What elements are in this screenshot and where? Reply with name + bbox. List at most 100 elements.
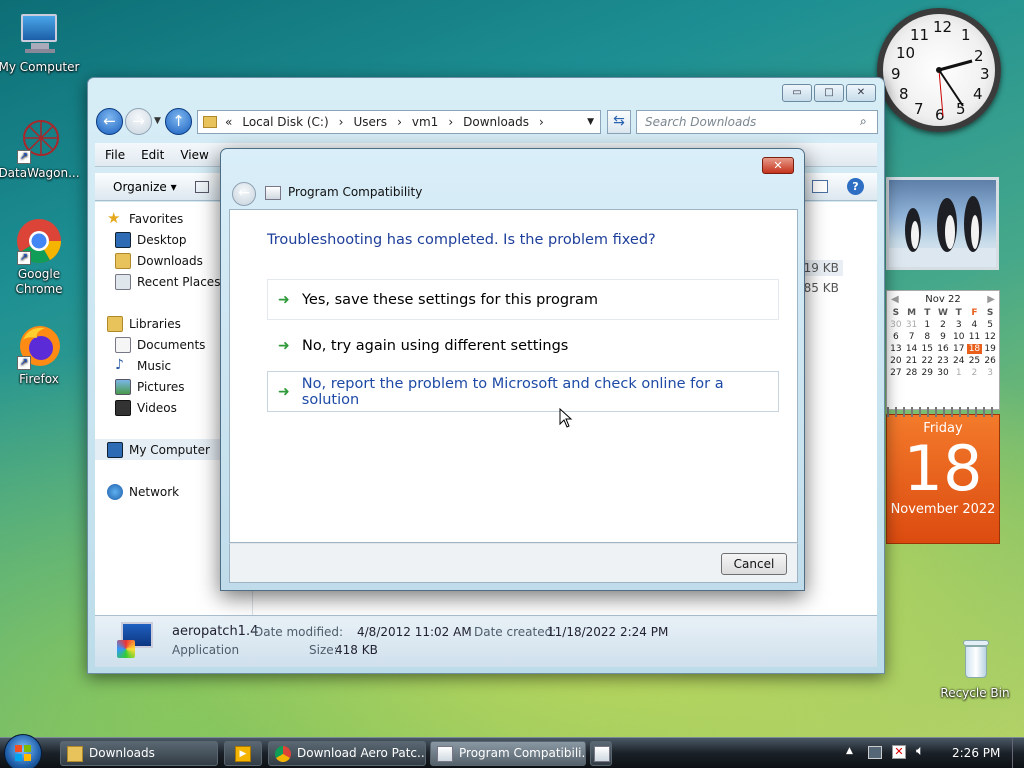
- desktop-icon-my-computer[interactable]: My Computer: [0, 10, 81, 74]
- calendar-date[interactable]: 4: [967, 320, 983, 330]
- calendar-date[interactable]: 29: [919, 368, 935, 378]
- calendar-date[interactable]: 3: [951, 320, 967, 330]
- address-crumb[interactable]: Local Disk (C:): [242, 115, 328, 129]
- desktop-icon-google-chrome[interactable]: ↗ Google Chrome: [0, 217, 81, 297]
- chrome-icon: ↗: [15, 217, 63, 265]
- next-month-icon[interactable]: ▶: [987, 294, 995, 305]
- maximize-button[interactable]: □: [814, 84, 844, 102]
- prev-month-icon[interactable]: ◀: [891, 294, 899, 305]
- calendar-date[interactable]: 21: [904, 356, 920, 366]
- calendar-date[interactable]: 31: [904, 320, 920, 330]
- file-type: Application: [172, 643, 240, 657]
- address-crumb[interactable]: Users: [353, 115, 387, 129]
- datawagon-icon: ↗: [15, 116, 63, 164]
- calendar-weekday-header: T: [955, 308, 962, 318]
- start-button[interactable]: [4, 734, 42, 768]
- desktop-icon-recycle-bin[interactable]: Recycle Bin: [933, 636, 1017, 700]
- calendar-date[interactable]: 2: [935, 320, 951, 330]
- calendar-date[interactable]: 2: [967, 368, 983, 378]
- menu-view[interactable]: View: [180, 148, 208, 162]
- calendar-date[interactable]: 20: [888, 356, 904, 366]
- option-report-problem[interactable]: ➜ No, report the problem to Microsoft an…: [267, 371, 779, 412]
- calendar-date[interactable]: 8: [919, 332, 935, 342]
- dialog-back-button[interactable]: ←: [232, 182, 256, 206]
- system-tray: ▲ ✕ 🔈︎ 2:26 PM: [840, 738, 1024, 768]
- calendar-date[interactable]: 10: [951, 332, 967, 342]
- action-center-icon[interactable]: ✕: [892, 745, 906, 759]
- calendar-date[interactable]: 24: [951, 356, 967, 366]
- clock-gadget[interactable]: 12 1 2 3 4 5 6 7 8 9 10 11: [877, 8, 1001, 132]
- address-bar[interactable]: « Local Disk (C:) › Users › vm1 › Downlo…: [197, 110, 601, 134]
- calendar-date[interactable]: 1: [951, 368, 967, 378]
- address-separator[interactable]: ›: [339, 115, 344, 129]
- calendar-date[interactable]: 15: [919, 344, 935, 354]
- show-hidden-icons-icon[interactable]: ▲: [846, 746, 853, 756]
- address-crumb[interactable]: «: [225, 115, 232, 129]
- address-separator[interactable]: ›: [397, 115, 402, 129]
- taskbar-button-program-compatibility[interactable]: Program Compatibili...: [430, 741, 586, 766]
- option-try-again[interactable]: ➜ No, try again using different settings: [267, 325, 779, 366]
- calendar-date[interactable]: 23: [935, 356, 951, 366]
- show-desktop-button[interactable]: [1012, 738, 1024, 768]
- calendar-date[interactable]: 7: [904, 332, 920, 342]
- calendar-date[interactable]: 14: [904, 344, 920, 354]
- close-button[interactable]: ✕: [846, 84, 876, 102]
- calendar-date[interactable]: 25: [967, 356, 983, 366]
- search-icon[interactable]: ⌕: [860, 114, 867, 129]
- calendar-date[interactable]: 5: [982, 320, 998, 330]
- cancel-button[interactable]: Cancel: [721, 553, 787, 575]
- calendar-date[interactable]: 13: [888, 344, 904, 354]
- desktop-icon-firefox[interactable]: ↗ Firefox: [0, 322, 81, 386]
- calendar-date[interactable]: 22: [919, 356, 935, 366]
- taskbar-button-label: Program Compatibili...: [459, 746, 586, 760]
- slideshow-gadget[interactable]: [886, 177, 999, 270]
- address-separator[interactable]: ›: [539, 115, 544, 129]
- search-input[interactable]: Search Downloads: [636, 110, 878, 134]
- calendar-date[interactable]: 30: [888, 320, 904, 330]
- address-separator[interactable]: ›: [448, 115, 453, 129]
- calendar-date[interactable]: 27: [888, 368, 904, 378]
- calendar-date[interactable]: 26: [982, 356, 998, 366]
- refresh-button[interactable]: ⇆: [607, 110, 631, 134]
- program-compatibility-dialog[interactable]: ✕ ← Program Compatibility Troubleshootin…: [220, 148, 805, 591]
- calendar-date[interactable]: 28: [904, 368, 920, 378]
- calendar-date[interactable]: 1: [919, 320, 935, 330]
- back-button[interactable]: ←: [96, 108, 123, 135]
- taskbar-button-downloads[interactable]: Downloads: [60, 741, 218, 766]
- option-save-settings[interactable]: ➜ Yes, save these settings for this prog…: [267, 279, 779, 320]
- organize-button[interactable]: Organize ▾: [113, 180, 177, 194]
- calendar-date[interactable]: 9: [935, 332, 951, 342]
- help-icon[interactable]: ?: [847, 178, 864, 195]
- menu-file[interactable]: File: [105, 148, 125, 162]
- volume-icon[interactable]: 🔈︎: [916, 743, 924, 759]
- views-icon[interactable]: [194, 180, 209, 193]
- network-tray-icon[interactable]: [868, 746, 882, 759]
- forward-button[interactable]: →: [125, 108, 152, 135]
- calendar-date[interactable]: 19: [982, 344, 998, 354]
- address-crumb[interactable]: Downloads: [463, 115, 529, 129]
- calendar-date[interactable]: 12: [982, 332, 998, 342]
- up-button[interactable]: ↑: [165, 108, 192, 135]
- menu-edit[interactable]: Edit: [141, 148, 164, 162]
- taskbar-button-chrome[interactable]: Download Aero Patc...: [268, 741, 426, 766]
- recent-pages-icon[interactable]: ▼: [154, 116, 161, 126]
- calendar-date[interactable]: 17: [951, 344, 967, 354]
- address-crumb[interactable]: vm1: [412, 115, 438, 129]
- chrome-icon: [275, 746, 291, 762]
- desktop-icon-datawagon[interactable]: ↗ DataWagon...: [0, 116, 81, 180]
- calendar-gadget[interactable]: ◀ Nov 22 ▶ SMTWTFS 30 31 1 2 3 4 5 6 7 8 9 10 11 12 13…: [886, 290, 1000, 545]
- minimize-button[interactable]: ▭: [782, 84, 812, 102]
- calendar-date[interactable]: 30: [935, 368, 951, 378]
- calendar-day-view: Friday 18 November 2022: [886, 407, 1000, 544]
- calendar-date[interactable]: 6: [888, 332, 904, 342]
- taskbar-button-misc[interactable]: [590, 741, 612, 766]
- calendar-date[interactable]: 18: [966, 344, 983, 354]
- preview-pane-icon[interactable]: [812, 180, 828, 193]
- calendar-date[interactable]: 11: [967, 332, 983, 342]
- calendar-date[interactable]: 3: [982, 368, 998, 378]
- address-dropdown-icon[interactable]: ▼: [587, 117, 594, 127]
- clock-time[interactable]: 2:26 PM: [952, 746, 1000, 760]
- calendar-date[interactable]: 16: [935, 344, 951, 354]
- taskbar-button-media[interactable]: ▶: [224, 741, 262, 766]
- dialog-close-button[interactable]: ✕: [762, 157, 794, 174]
